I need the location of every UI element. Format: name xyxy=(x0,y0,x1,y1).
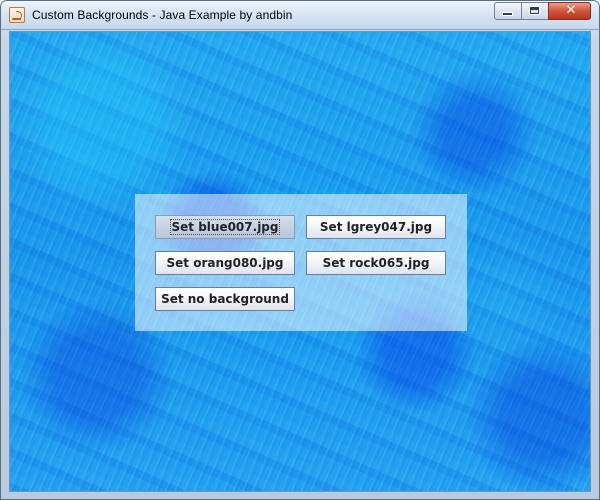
background-image-area: Set blue007.jpg Set lgrey047.jpg Set ora… xyxy=(10,32,590,491)
set-lgrey047-button[interactable]: Set lgrey047.jpg xyxy=(306,215,446,239)
maximize-icon xyxy=(530,7,539,14)
client-area-frame: Set blue007.jpg Set lgrey047.jpg Set ora… xyxy=(9,31,591,492)
set-orang080-button[interactable]: Set orang080.jpg xyxy=(155,251,295,275)
button-panel: Set blue007.jpg Set lgrey047.jpg Set ora… xyxy=(135,194,467,331)
set-rock065-button[interactable]: Set rock065.jpg xyxy=(306,251,446,275)
java-icon xyxy=(9,7,25,23)
set-no-background-button[interactable]: Set no background xyxy=(155,287,295,311)
title-bar[interactable]: Custom Backgrounds - Java Example by and… xyxy=(1,1,599,30)
set-no-background-label: Set no background xyxy=(161,292,289,306)
minimize-button[interactable] xyxy=(494,2,521,20)
minimize-icon xyxy=(503,13,512,15)
set-rock065-label: Set rock065.jpg xyxy=(322,256,430,270)
application-window: Custom Backgrounds - Java Example by and… xyxy=(0,0,600,500)
window-controls: ✕ xyxy=(494,2,591,22)
set-blue007-label: Set blue007.jpg xyxy=(169,219,281,235)
set-orang080-label: Set orang080.jpg xyxy=(166,256,284,270)
set-lgrey047-label: Set lgrey047.jpg xyxy=(319,220,433,234)
set-blue007-button[interactable]: Set blue007.jpg xyxy=(155,215,295,239)
window-title: Custom Backgrounds - Java Example by and… xyxy=(32,8,293,22)
close-icon: ✕ xyxy=(565,3,577,18)
maximize-button[interactable] xyxy=(521,2,548,20)
close-button[interactable]: ✕ xyxy=(548,2,591,20)
